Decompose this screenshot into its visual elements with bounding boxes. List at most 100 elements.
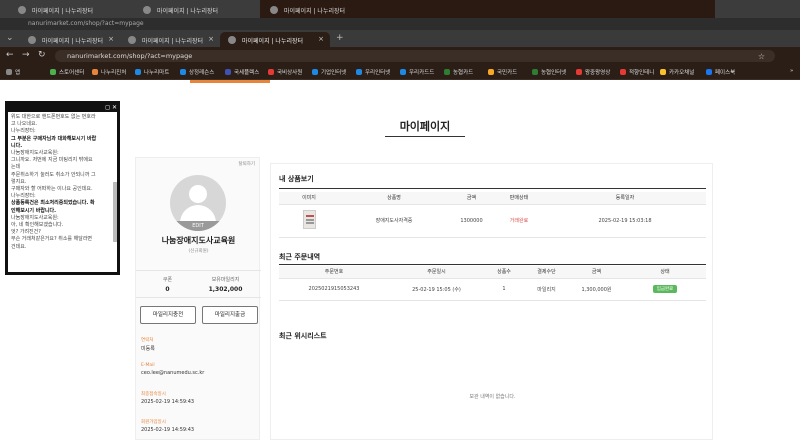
bookmark-item[interactable]: 국비상사원 <box>268 68 302 76</box>
column-header: 주문번호 <box>279 266 389 279</box>
bookmark-label: 국세플렉스 <box>234 70 260 76</box>
mileage-withdraw-button[interactable]: 마일리지출금 <box>202 306 258 324</box>
tab-menu-icon[interactable]: ⌄ <box>6 33 14 43</box>
avatar[interactable]: EDIT <box>170 175 226 231</box>
bookmark-favicon-icon <box>444 69 450 75</box>
close-icon[interactable]: × <box>318 35 324 43</box>
mileage-stat: 보유마일리지 1,302,000 <box>198 276 253 293</box>
bookmark-favicon-icon <box>532 69 538 75</box>
bookmark-favicon-icon <box>706 69 712 75</box>
chat-popup: ◻ ✕ 위도 대한으로 핸드폰번호도 없는 번호라 고 나오네요. 나누리장터: 그 … <box>5 101 120 275</box>
bookmark-favicon-icon <box>6 69 12 75</box>
background-tab[interactable]: 마이페이지 | 나누리장터 <box>10 2 93 17</box>
orders-title: 최근 주문내역 <box>279 253 321 261</box>
bookmark-favicon-icon <box>92 69 98 75</box>
bookmark-item[interactable]: 나누리마트 <box>135 68 169 76</box>
bookmark-favicon-icon <box>356 69 362 75</box>
bookmark-item[interactable]: 적향인테니 <box>620 68 654 76</box>
forward-icon[interactable]: → <box>22 50 30 60</box>
mileage-charge-button[interactable]: 마일리지충전 <box>140 306 196 324</box>
coupon-label: 쿠폰 <box>162 277 173 283</box>
table-row[interactable]: 장애지도사자격증 1300000 거래완료 2025-02-19 15:03:1… <box>279 204 706 238</box>
product-price: 1300000 <box>449 204 494 238</box>
table-header-row: 주문번호 주문일시 상품수 결제수단 금액 상태 <box>279 266 706 279</box>
bookmark-label: 상정레슨스 <box>189 70 215 76</box>
order-quantity: 1 <box>484 278 524 301</box>
bookmark-item[interactable]: 우리인터넷 <box>356 68 390 76</box>
bookmark-item[interactable]: 왕중왕영상 <box>576 68 610 76</box>
coupon-stat[interactable]: 쿠폰 0 <box>150 276 185 293</box>
bookmark-item[interactable]: 카카오채널 <box>660 68 694 76</box>
scrollbar[interactable] <box>113 182 117 242</box>
product-image-cell[interactable] <box>279 204 339 238</box>
close-icon[interactable]: × <box>208 35 214 43</box>
tab[interactable]: 마이페이지 | 나누리장터 × <box>20 32 120 47</box>
nav-active-indicator <box>190 80 270 83</box>
bookmark-label: 카카오채널 <box>669 70 695 76</box>
order-date: 25-02-19 15:05 (수) <box>389 278 484 301</box>
bookmark-item[interactable]: 스토어센터 <box>50 68 84 76</box>
bookmark-item[interactable]: 기업인터넷 <box>312 68 346 76</box>
contact-info: 연락처 미등록 <box>141 337 155 352</box>
reload-icon[interactable]: ↻ <box>38 50 46 60</box>
close-icon[interactable]: × <box>108 35 114 43</box>
tab-label: 마이페이지 | 나누리장터 <box>157 8 219 15</box>
column-header: 결제수단 <box>524 266 569 279</box>
column-header: 상태 <box>624 266 706 279</box>
background-window-tabbar: 마이페이지 | 나누리장터 마이페이지 | 나누리장터 마이페이지 | 나누리장… <box>0 0 800 18</box>
chat-line: 무슨 거래처같은거요? 취소를 해달라면 <box>11 236 93 243</box>
address-bar[interactable]: nanurimarket.com/shop/?act=mypage ☆ <box>55 50 775 62</box>
table-row[interactable]: 2025021915053243 25-02-19 15:05 (수) 1 마일… <box>279 278 706 301</box>
chat-line: 렇지요. <box>11 178 27 185</box>
last-login-value: 2025-02-19 14:59:43 <box>141 399 195 405</box>
maximize-icon[interactable]: ◻ <box>105 104 110 111</box>
favicon-icon <box>228 36 236 44</box>
background-urlbar: nanurimarket.com/shop/?act=mypage <box>0 18 800 30</box>
chat-line: 그니까요. 저번에 지금 미팅리지 밖에요 <box>11 157 93 164</box>
bookmark-item[interactable]: 우리카드드 <box>400 68 434 76</box>
tab-active[interactable]: 마이페이지 | 나누리장터 × <box>220 32 330 47</box>
bookmark-item[interactable]: 페이스북 <box>706 68 735 76</box>
column-header: 금액 <box>449 192 494 205</box>
chat-line: 그 부분은 구매자님과 대화해보시기 바랍 <box>11 135 97 142</box>
bookmark-item[interactable]: 상정레슨스 <box>180 68 214 76</box>
favicon-icon <box>28 36 36 44</box>
bookmark-label: 적향인테니 <box>629 70 655 76</box>
address-toolbar: ← → ↻ nanurimarket.com/shop/?act=mypage … <box>0 47 800 65</box>
chat-line: 주문취소하기 눌러도 취소가 안되니까 그 <box>11 171 96 178</box>
favicon-icon <box>143 6 151 14</box>
bookmark-star-icon[interactable]: ☆ <box>758 52 765 61</box>
tab[interactable]: 마이페이지 | 나누리장터 × <box>120 32 220 47</box>
withdraw-link[interactable]: 탈퇴하기 <box>238 161 255 167</box>
product-status: 거래완료 <box>494 204 544 238</box>
bookmark-item[interactable]: 농협인터넷 <box>532 68 566 76</box>
tab-label: 마이페이지 | 나누리장터 <box>32 8 94 15</box>
background-tab[interactable]: 마이페이지 | 나누리장터 <box>135 2 218 17</box>
chat-line: 는데 <box>11 164 21 171</box>
section-divider <box>279 188 706 189</box>
bookmarks-overflow-icon[interactable]: » <box>790 68 793 74</box>
bookmark-label: 우리카드드 <box>409 70 435 76</box>
back-icon[interactable]: ← <box>6 50 14 60</box>
column-header: 이미지 <box>279 192 339 205</box>
product-name[interactable]: 장애지도사자격증 <box>339 204 449 238</box>
bookmark-favicon-icon <box>180 69 186 75</box>
bookmark-item[interactable]: 국민카드 <box>488 68 517 76</box>
bookmark-item[interactable]: 농협카드 <box>444 68 473 76</box>
bookmark-label: 앱 <box>15 70 21 76</box>
wishlist-title: 최근 위시리스트 <box>279 332 327 340</box>
order-number[interactable]: 2025021915053243 <box>279 278 389 301</box>
tab-bar: ⌄ 마이페이지 | 나누리장터 × 마이페이지 | 나누리장터 × 마이페이지 … <box>0 30 800 47</box>
favicon-icon <box>128 36 136 44</box>
product-thumbnail[interactable] <box>302 210 316 229</box>
avatar-edit-button[interactable]: EDIT <box>170 221 226 231</box>
background-tab[interactable]: 마이페이지 | 나누리장터 <box>262 2 345 17</box>
bookmark-item[interactable]: 앱 <box>6 68 20 76</box>
bookmark-label: 나누리마트 <box>144 70 170 76</box>
close-icon[interactable]: ✕ <box>112 104 117 111</box>
bookmark-item[interactable]: 국세플렉스 <box>225 68 259 76</box>
contact-value: 미등록 <box>141 346 155 352</box>
new-tab-icon[interactable]: + <box>336 33 344 43</box>
bookmark-item[interactable]: 나누리진처 <box>92 68 126 76</box>
bookmark-label: 스토어센터 <box>59 70 85 76</box>
